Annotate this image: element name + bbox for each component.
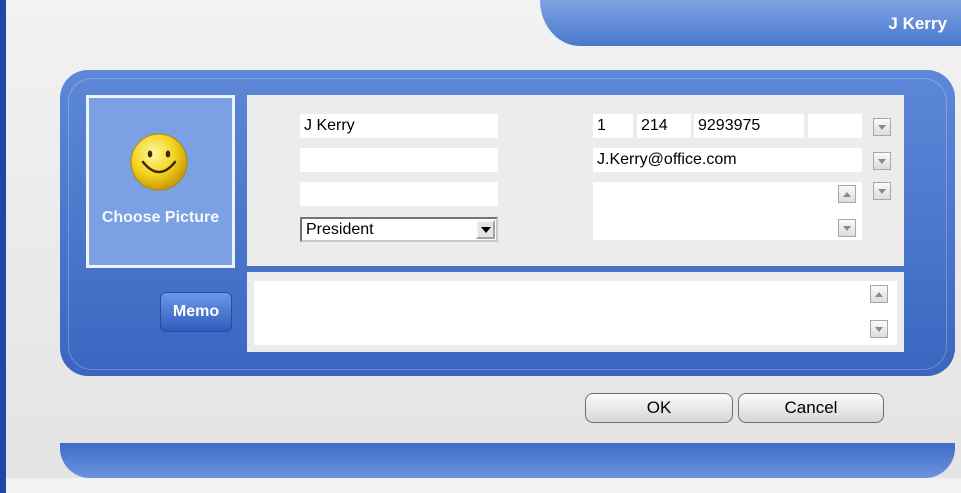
job-title-value: President xyxy=(306,221,374,238)
choose-picture-button[interactable]: Choose Picture xyxy=(86,95,235,268)
memo-textarea[interactable] xyxy=(254,281,897,345)
window-bottom-edge xyxy=(6,478,961,493)
bottom-decoration xyxy=(60,443,955,478)
contact-field-3-input[interactable] xyxy=(300,182,498,206)
title-tab: J Kerry xyxy=(540,0,961,46)
chevron-down-icon xyxy=(875,326,883,332)
chevron-down-icon xyxy=(878,124,886,130)
phone-area-input[interactable] xyxy=(637,114,691,138)
job-title-dropdown-button[interactable] xyxy=(476,220,495,239)
address-textarea[interactable] xyxy=(593,182,862,240)
address-scroll-up-button[interactable] xyxy=(838,185,856,203)
memo-scroll-up-button[interactable] xyxy=(870,285,888,303)
chevron-up-icon xyxy=(843,191,851,197)
phone-country-input[interactable] xyxy=(593,114,633,138)
chevron-up-icon xyxy=(875,291,883,297)
chevron-down-icon xyxy=(843,225,851,231)
address-type-dropdown-button[interactable] xyxy=(873,182,891,200)
name-input[interactable] xyxy=(300,114,498,138)
phone-number-input[interactable] xyxy=(694,114,804,138)
email-type-dropdown-button[interactable] xyxy=(873,152,891,170)
phone-ext-input[interactable] xyxy=(808,114,862,138)
ok-button[interactable]: OK xyxy=(585,393,733,423)
job-title-select[interactable]: President xyxy=(300,217,498,242)
email-input[interactable] xyxy=(593,148,862,172)
window-frame-left xyxy=(0,0,6,493)
window-title: J Kerry xyxy=(888,14,947,33)
smiley-face-icon xyxy=(130,133,188,191)
chevron-down-icon xyxy=(878,188,886,194)
address-scroll-down-button[interactable] xyxy=(838,219,856,237)
chevron-down-icon xyxy=(878,158,886,164)
memo-button[interactable]: Memo xyxy=(160,292,232,332)
phone-type-dropdown-button[interactable] xyxy=(873,118,891,136)
cancel-button[interactable]: Cancel xyxy=(738,393,884,423)
choose-picture-label: Choose Picture xyxy=(101,209,220,226)
chevron-down-icon xyxy=(480,226,491,233)
memo-scroll-down-button[interactable] xyxy=(870,320,888,338)
contact-field-2-input[interactable] xyxy=(300,148,498,172)
